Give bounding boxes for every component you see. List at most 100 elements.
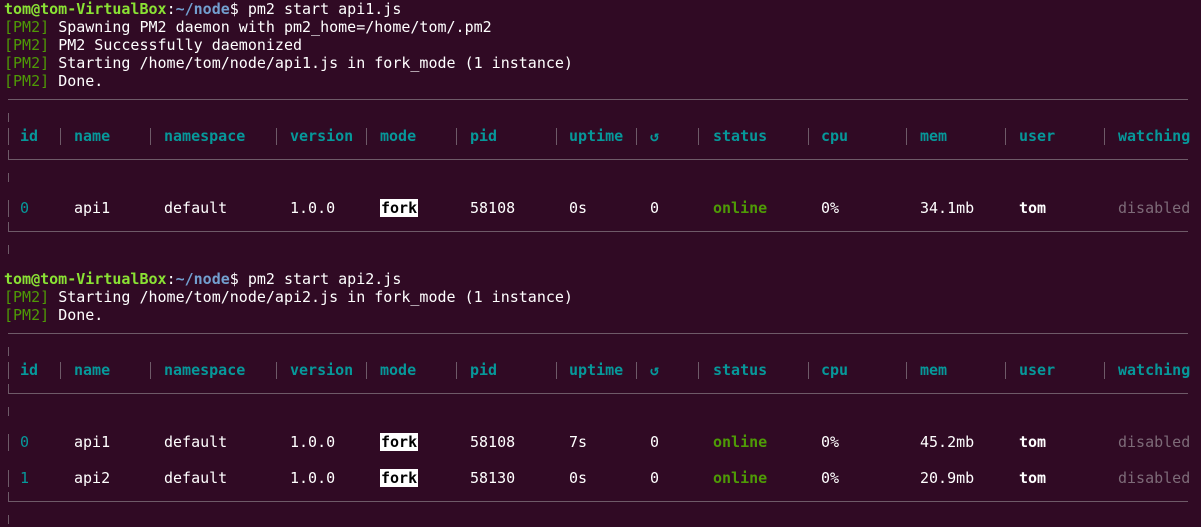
table-border-tick [8,150,9,159]
column-separator [60,128,61,145]
log-text: Done. [58,72,104,90]
column-separator [906,362,907,379]
table-border-line [8,393,1188,394]
column-separator [906,128,907,145]
table-cell-uptime: 0s [569,199,588,217]
table-cell-id: 0 [20,199,30,217]
table-border-tick [8,384,9,393]
prompt-user: tom@tom-VirtualBox [4,270,167,288]
table-cell-watching: disabled [1118,469,1191,487]
command-text: pm2 start api2.js [247,270,402,288]
column-separator [698,362,699,379]
table-border-tick [8,113,9,122]
column-separator [456,362,457,379]
table-cell-id: 1 [20,469,30,487]
prompt-user: tom@tom-VirtualBox [4,0,167,18]
table-cell-namespace: default [164,199,228,217]
table-cell-version: 1.0.0 [290,199,336,217]
column-header-watching: watching [1118,127,1191,145]
column-separator [456,128,457,145]
log-line: [PM2] Spawning PM2 daemon with pm2_home=… [4,18,492,36]
column-header-id: id [20,361,39,379]
column-header-status: status [713,127,768,145]
column-separator [8,128,9,145]
column-header-uptime: uptime [569,127,624,145]
prompt-path: ~/node [175,270,230,288]
column-separator [276,362,277,379]
table-border-tick [8,515,9,524]
column-header-mem: mem [920,127,948,145]
table-cell-status: online [713,433,768,451]
column-separator [150,362,151,379]
column-header-namespace: namespace [164,127,246,145]
column-separator [60,362,61,379]
mode-badge: fork [380,199,419,217]
table-border-tick [8,347,9,356]
column-separator [1104,128,1105,145]
prompt-line-2: tom@tom-VirtualBox:~/node$ pm2 start api… [4,270,401,288]
column-header-cpu: cpu [821,361,849,379]
command-text: pm2 start api1.js [247,0,402,18]
table-cell-name: api1 [74,433,111,451]
column-header-mode: mode [380,361,417,379]
column-separator [366,362,367,379]
log-text: PM2 Successfully daemonized [58,36,303,54]
table-cell-uptime: 7s [569,433,588,451]
table-cell-cpu: 0% [821,199,840,217]
table-cell-cpu: 0% [821,433,840,451]
table-cell-namespace: default [164,433,228,451]
column-separator [636,362,637,379]
table-cell-version: 1.0.0 [290,433,336,451]
table-border-tick [8,407,9,416]
table-cell-cpu: 0% [821,469,840,487]
column-separator [808,362,809,379]
table-border-tick [8,173,9,182]
log-line: [PM2] Starting /home/tom/node/api1.js in… [4,54,573,72]
log-text: Spawning PM2 daemon with pm2_home=/home/… [58,18,492,36]
prompt-colon: : [166,270,176,288]
column-separator [1104,362,1105,379]
table-cell-mode: fork [380,469,419,487]
log-text: Starting /home/tom/node/api1.js in fork_… [58,54,573,72]
column-separator [636,128,637,145]
column-separator [8,434,9,451]
table-cell-mem: 45.2mb [920,433,975,451]
mode-badge: fork [380,433,419,451]
table-cell-id: 0 [20,433,30,451]
column-separator [276,128,277,145]
column-separator [698,128,699,145]
table-cell-name: api2 [74,469,111,487]
terminal-window[interactable]: tom@tom-VirtualBox:~/node$ pm2 start api… [0,0,1201,527]
column-separator [556,128,557,145]
table-cell-name: api1 [74,199,111,217]
table-cell-pid: 58130 [470,469,516,487]
column-separator [808,128,809,145]
column-header-restarts: ↺ [650,361,660,379]
prompt-line-1: tom@tom-VirtualBox:~/node$ pm2 start api… [4,0,401,18]
column-separator [366,128,367,145]
table-cell-watching: disabled [1118,199,1191,217]
pm2-tag: [PM2] [4,306,50,324]
table-border-tick [8,222,9,231]
table-cell-namespace: default [164,469,228,487]
log-text: Done. [58,306,104,324]
column-header-name: name [74,127,111,145]
log-line: [PM2] PM2 Successfully daemonized [4,36,302,54]
column-header-uptime: uptime [569,361,624,379]
table-cell-mem: 34.1mb [920,199,975,217]
log-line: [PM2] Done. [4,72,103,90]
table-border-line [8,231,1188,232]
table-cell-status: online [713,199,768,217]
log-line: [PM2] Starting /home/tom/node/api2.js in… [4,288,573,306]
column-header-watching: watching [1118,361,1191,379]
table-border-line [8,333,1188,334]
column-separator [1005,128,1006,145]
table-border-tick [8,245,9,254]
prompt-symbol: $ [229,270,248,288]
table-border-line [8,159,1188,160]
table-cell-version: 1.0.0 [290,469,336,487]
table-cell-pid: 58108 [470,199,516,217]
column-header-mode: mode [380,127,417,145]
column-separator [1005,362,1006,379]
table-border-line [8,501,1188,502]
